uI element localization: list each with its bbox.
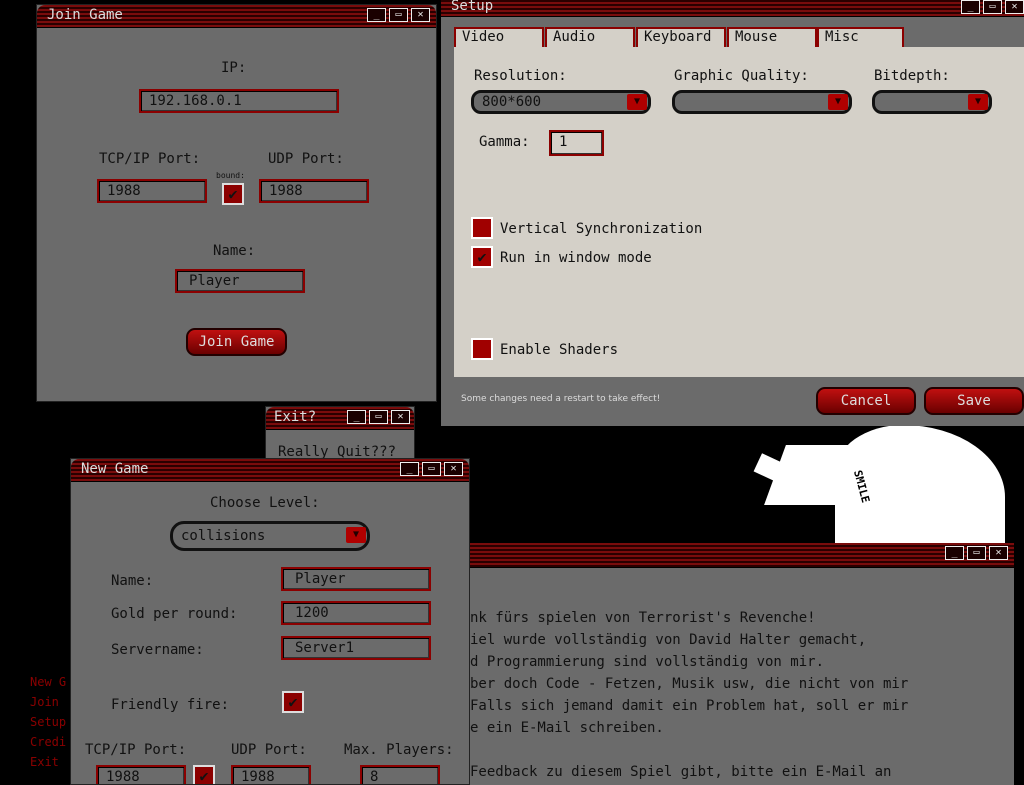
udp-port-input[interactable]: 1988 [259,179,369,203]
bound-label: bound: [216,171,245,180]
new-game-window: New Game _ ▭ ✕ Choose Level: collisions … [70,458,470,785]
maximize-icon[interactable]: ▭ [983,0,1002,14]
name-label: Name: [213,243,256,259]
window-mode-label: Run in window mode [500,250,652,266]
graphic-quality-label: Graphic Quality: [674,68,809,84]
new-game-titlebar[interactable]: New Game _ ▭ ✕ [71,459,469,482]
minimize-icon[interactable]: _ [961,0,980,14]
graphic-quality-dropdown[interactable]: ▼ [672,90,852,114]
ip-label: IP: [221,60,247,76]
menu-item-credits[interactable]: Credi [30,735,66,749]
menu-item-join[interactable]: Join [30,695,59,709]
level-value: collisions [181,528,266,544]
vsync-label: Vertical Synchronization [500,221,703,237]
resolution-value: 800*600 [482,94,542,110]
menu-item-new-game[interactable]: New G [30,675,66,689]
close-icon[interactable]: ✕ [411,8,430,22]
tab-video[interactable]: Video [454,27,544,47]
credits-line: d Programmierung sind vollständig von mi… [470,654,825,670]
join-game-title: Join Game [47,7,123,23]
menu-item-setup[interactable]: Setup [30,715,66,729]
minimize-icon[interactable]: _ [945,546,964,560]
bound-checkbox[interactable]: ✔ [193,765,215,784]
maximize-icon[interactable]: ▭ [967,546,986,560]
credits-line: Falls sich jemand damit ein Problem hat,… [470,698,909,714]
credits-line: nk fürs spielen von Terrorist's Revenche… [470,610,816,626]
setup-titlebar[interactable]: Setup _ ▭ ✕ [441,0,1024,17]
restart-note: Some changes need a restart to take effe… [461,394,661,404]
chevron-down-icon: ▼ [968,94,988,110]
shaders-checkbox[interactable]: ✔ [471,338,493,360]
gamma-label: Gamma: [479,134,530,150]
credits-line: Feedback zu diesem Spiel gibt, bitte ein… [470,764,892,780]
udp-port-label: UDP Port: [231,742,307,758]
tcp-port-label: TCP/IP Port: [85,742,187,758]
maximize-icon[interactable]: ▭ [389,8,408,22]
level-dropdown[interactable]: collisions ▼ [170,521,370,551]
shaders-label: Enable Shaders [500,342,619,358]
max-players-label: Max. Players: [344,742,454,758]
gold-per-round-input[interactable]: 1200 [281,601,431,625]
join-game-window: Join Game _ ▭ ✕ IP: 192.168.0.1 TCP/IP P… [36,4,437,402]
tab-keyboard[interactable]: Keyboard [636,27,726,47]
bitdepth-dropdown[interactable]: ▼ [872,90,992,114]
chevron-down-icon: ▼ [346,527,366,543]
tcp-port-input[interactable]: 1988 [96,765,186,784]
maximize-icon[interactable]: ▭ [422,462,441,476]
exit-dialog: Exit? _ ▭ ✕ Really Quit??? [265,406,415,466]
close-icon[interactable]: ✕ [989,546,1008,560]
tab-misc[interactable]: Misc [817,27,904,47]
bitdepth-label: Bitdepth: [874,68,950,84]
cancel-button[interactable]: Cancel [816,387,916,415]
servername-label: Servername: [111,642,204,658]
setup-title: Setup [451,0,494,14]
bound-checkbox[interactable]: ✔ [222,183,244,205]
credits-line: iel wurde vollständig von David Halter g… [470,632,867,648]
player-name-input[interactable]: Player [281,567,431,591]
tcp-port-input[interactable]: 1988 [97,179,207,203]
gold-per-round-label: Gold per round: [111,606,238,622]
udp-port-label: UDP Port: [268,151,344,167]
close-icon[interactable]: ✕ [1005,0,1024,14]
menu-item-exit[interactable]: Exit [30,755,59,769]
credits-titlebar[interactable]: _ ▭ ✕ [470,543,1014,568]
name-label: Name: [111,573,154,589]
max-players-input[interactable]: 8 [360,765,440,784]
minimize-icon[interactable]: _ [400,462,419,476]
setup-window: Setup _ ▭ ✕ Video Audio Keyboard Mouse M… [441,0,1024,426]
close-icon[interactable]: ✕ [391,410,410,424]
ip-input[interactable]: 192.168.0.1 [139,89,339,113]
minimize-icon[interactable]: _ [347,410,366,424]
tcp-port-label: TCP/IP Port: [99,151,201,167]
tab-audio[interactable]: Audio [545,27,635,47]
chevron-down-icon: ▼ [627,94,647,110]
friendly-fire-label: Friendly fire: [111,697,230,713]
save-button[interactable]: Save [924,387,1024,415]
name-input[interactable]: Player [175,269,305,293]
maximize-icon[interactable]: ▭ [369,410,388,424]
window-mode-checkbox[interactable]: ✔ [471,246,493,268]
chevron-down-icon: ▼ [828,94,848,110]
resolution-dropdown[interactable]: 800*600 ▼ [471,90,651,114]
minimize-icon[interactable]: _ [367,8,386,22]
vsync-checkbox[interactable]: ✔ [471,217,493,239]
friendly-fire-checkbox[interactable]: ✔ [282,691,304,713]
join-game-button[interactable]: Join Game [186,328,287,356]
exit-titlebar[interactable]: Exit? _ ▭ ✕ [266,407,414,430]
video-tab-panel: Resolution: 800*600 ▼ Graphic Quality: ▼… [454,47,1024,377]
close-icon[interactable]: ✕ [444,462,463,476]
servername-input[interactable]: Server1 [281,636,431,660]
background-artwork: SMILE [745,425,1024,545]
credits-line: ber doch Code - Fetzen, Musik usw, die n… [470,676,909,692]
gamma-input[interactable]: 1 [549,130,604,156]
join-game-titlebar[interactable]: Join Game _ ▭ ✕ [37,5,436,28]
resolution-label: Resolution: [474,68,567,84]
credits-line: e ein E-Mail schreiben. [470,720,664,736]
new-game-title: New Game [81,461,149,477]
udp-port-input[interactable]: 1988 [231,765,311,784]
tab-mouse[interactable]: Mouse [727,27,817,47]
choose-level-label: Choose Level: [210,495,320,511]
exit-title: Exit? [274,409,317,425]
